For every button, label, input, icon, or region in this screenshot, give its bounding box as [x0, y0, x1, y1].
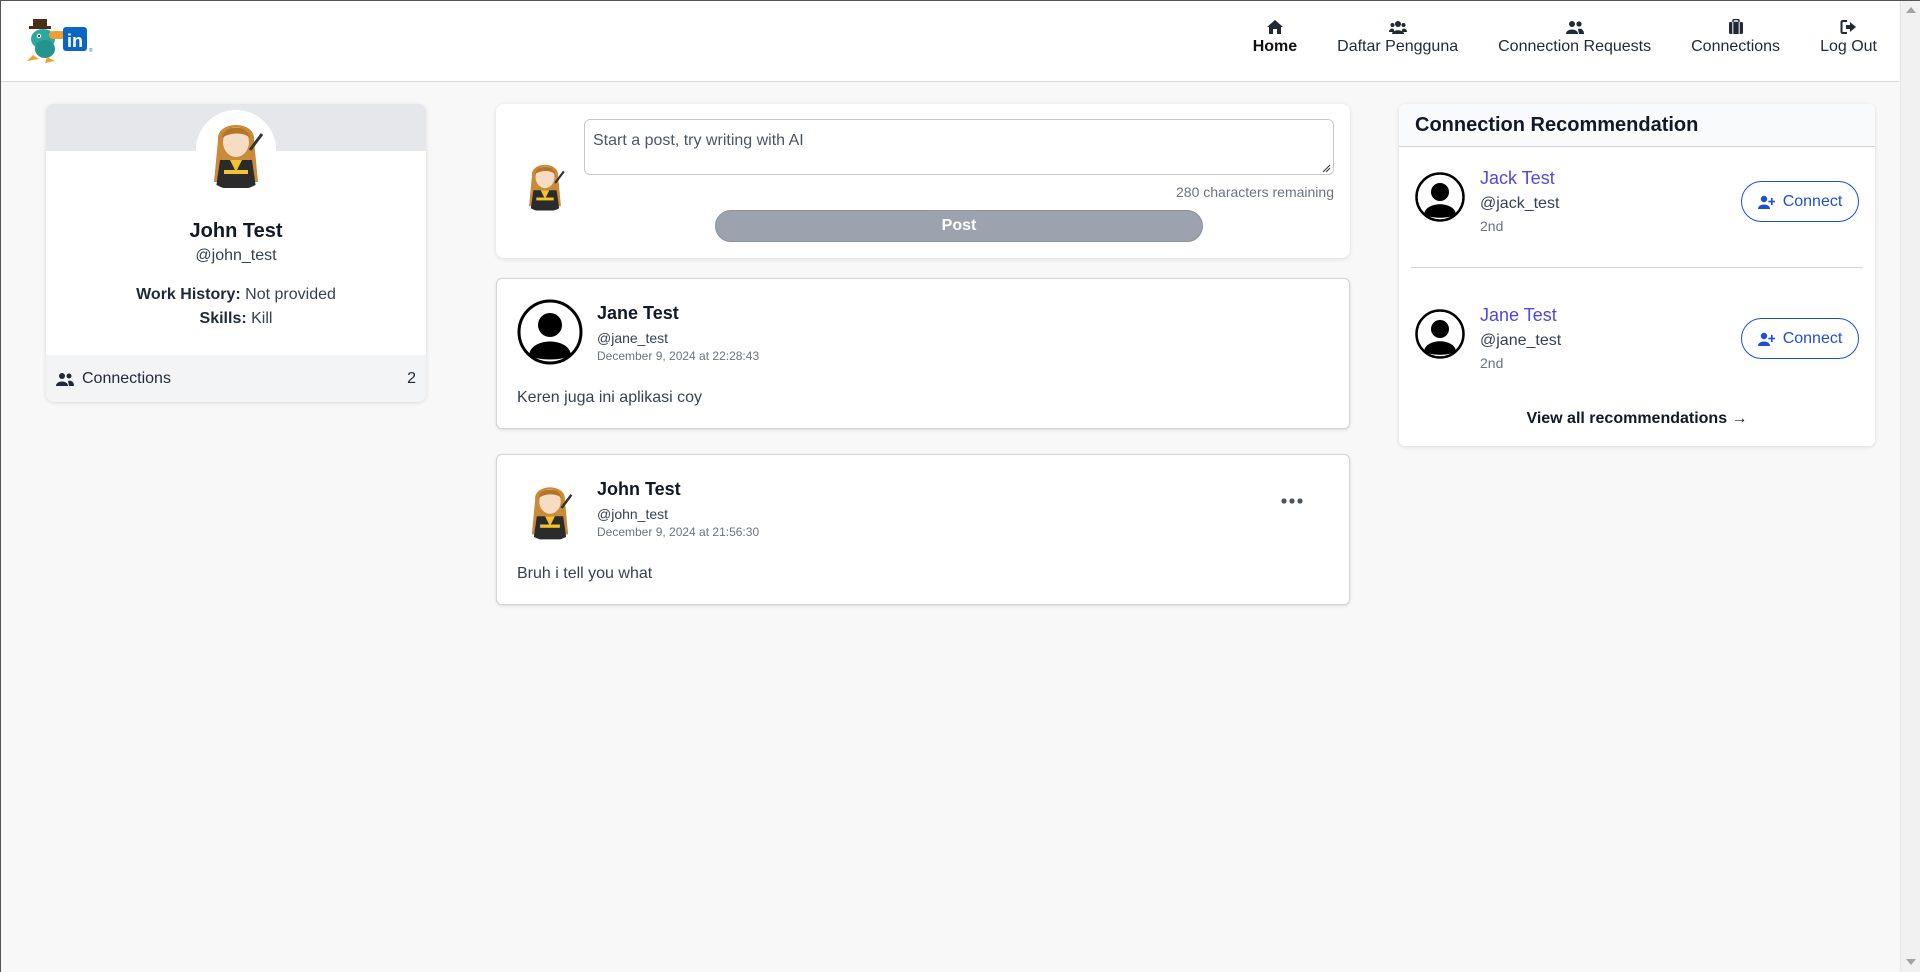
characters-remaining: 280 characters remaining	[1176, 184, 1334, 200]
more-options-icon[interactable]	[1281, 497, 1303, 505]
nav-logout[interactable]: Log Out	[1820, 19, 1877, 56]
connections-count: 2	[407, 369, 416, 387]
skills-label: Skills:	[199, 310, 247, 327]
anime-avatar-icon	[196, 110, 276, 190]
svg-text:®: ®	[89, 47, 93, 54]
connect-button[interactable]: Connect	[1741, 318, 1859, 359]
post-author-name[interactable]: John Test	[597, 479, 681, 500]
post-timestamp: December 9, 2024 at 21:56:30	[597, 525, 760, 539]
default-avatar-icon	[517, 299, 583, 365]
users-icon	[1388, 21, 1407, 34]
work-history-label: Work History:	[136, 286, 241, 303]
scroll-up-arrow-icon[interactable]	[1906, 7, 1916, 13]
profile-connections-link[interactable]: Connections 2	[46, 355, 426, 402]
post-composer: 280 characters remaining Post	[496, 104, 1350, 258]
feed-post: John Test @john_test December 9, 2024 at…	[496, 454, 1350, 605]
nav-home-label: Home	[1252, 38, 1298, 55]
view-all-recommendations-link[interactable]: View all recommendations →	[1399, 410, 1875, 428]
nav-daftar-pengguna[interactable]: Daftar Pengguna	[1337, 19, 1458, 56]
user-plus-icon	[1757, 195, 1775, 209]
profile-skills: Skills: Kill	[46, 310, 426, 328]
post-input[interactable]	[584, 119, 1334, 175]
nav-home[interactable]: Home	[1253, 19, 1297, 56]
post-content: Bruh i tell you what	[517, 565, 653, 582]
profile-avatar[interactable]	[196, 110, 276, 190]
post-author-name[interactable]: Jane Test	[597, 303, 679, 324]
profile-work-history: Work History: Not provided	[46, 286, 426, 304]
user-plus-icon	[1757, 332, 1775, 346]
recommendation-handle: @jack_test	[1480, 195, 1560, 212]
scroll-down-arrow-icon[interactable]	[1906, 959, 1916, 965]
profile-handle: @john_test	[195, 247, 277, 264]
recommendation-item: Jack Test @jack_test 2nd Connect	[1399, 148, 1875, 258]
composer-avatar	[516, 154, 574, 212]
skills-value: Kill	[251, 310, 273, 327]
recommendation-name[interactable]: Jack Test	[1480, 168, 1555, 189]
top-navbar: in ® Home Daftar Pengguna Connection Req…	[1, 1, 1899, 82]
connect-button-label: Connect	[1782, 329, 1843, 347]
feed-post: Jane Test @jane_test December 9, 2024 at…	[496, 278, 1350, 429]
page-scrollbar[interactable]	[1900, 1, 1920, 972]
profile-name[interactable]: John Test	[46, 220, 426, 243]
user-group-icon	[56, 372, 74, 386]
recommendation-degree: 2nd	[1480, 355, 1504, 371]
connections-label: Connections	[82, 369, 171, 387]
post-button[interactable]: Post	[715, 210, 1203, 242]
connect-button[interactable]: Connect	[1741, 181, 1859, 222]
platypus-logo-icon: in ®	[27, 19, 93, 63]
recommendation-title: Connection Recommendation	[1399, 104, 1875, 147]
recommendation-item: Jane Test @jane_test 2nd Connect	[1399, 285, 1875, 395]
home-icon	[1266, 20, 1283, 34]
anime-avatar-icon	[517, 475, 583, 541]
recommendation-degree: 2nd	[1480, 218, 1504, 234]
resize-grip-icon[interactable]	[1322, 164, 1331, 173]
post-author-avatar[interactable]	[517, 299, 583, 365]
connect-button-label: Connect	[1782, 192, 1843, 210]
user-group-icon	[1565, 21, 1584, 34]
work-history-value: Not provided	[245, 286, 336, 303]
nav-logout-label: Log Out	[1820, 38, 1877, 55]
briefcase-icon	[1728, 19, 1743, 34]
nav-menu: Home Daftar Pengguna Connection Requests	[1213, 19, 1877, 56]
recommendation-name[interactable]: Jane Test	[1480, 305, 1557, 326]
nav-daftar-pengguna-label: Daftar Pengguna	[1337, 38, 1459, 55]
default-avatar-icon[interactable]	[1415, 172, 1465, 222]
default-avatar-icon[interactable]	[1415, 309, 1465, 359]
app-logo[interactable]: in ®	[25, 17, 101, 63]
recommendation-divider	[1411, 267, 1863, 268]
anime-avatar-icon	[516, 154, 574, 212]
nav-connection-requests[interactable]: Connection Requests	[1498, 19, 1651, 56]
post-timestamp: December 9, 2024 at 22:28:43	[597, 349, 760, 363]
post-author-avatar[interactable]	[517, 475, 583, 541]
svg-text:in: in	[67, 31, 83, 51]
post-author-handle: @john_test	[597, 506, 669, 522]
nav-connections-label: Connections	[1691, 38, 1781, 55]
recommendation-handle: @jane_test	[1480, 332, 1562, 349]
nav-connections[interactable]: Connections	[1691, 19, 1780, 56]
post-content: Keren juga ini aplikasi coy	[517, 389, 702, 406]
profile-card: John Test @john_test Work History: Not p…	[46, 104, 426, 402]
sign-out-icon	[1840, 20, 1856, 34]
post-author-handle: @jane_test	[597, 330, 669, 346]
connection-recommendation-panel: Connection Recommendation Jack Test @jac…	[1399, 104, 1875, 446]
nav-connection-requests-label: Connection Requests	[1498, 38, 1652, 55]
